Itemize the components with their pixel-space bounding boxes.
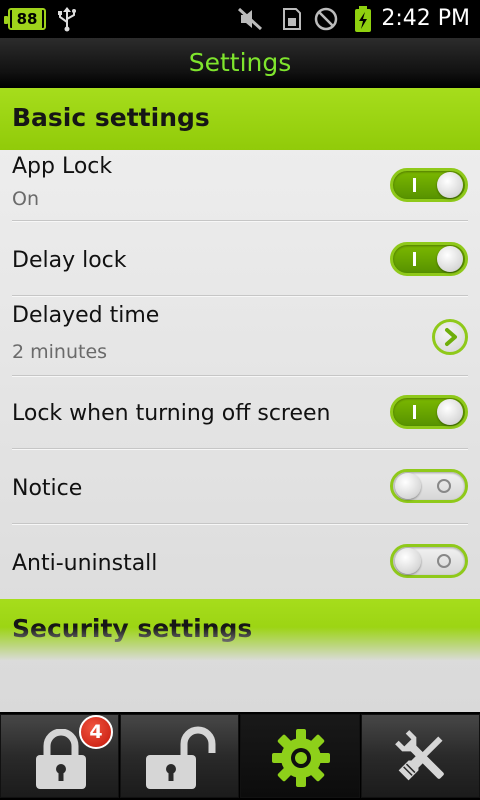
sim-icon bbox=[283, 8, 301, 30]
section-header-label: Basic settings bbox=[12, 103, 210, 132]
battery-level: 88 bbox=[12, 10, 42, 28]
blocked-icon bbox=[314, 7, 338, 31]
unlocked-padlock-icon bbox=[146, 726, 216, 789]
anti-uninstall-toggle[interactable] bbox=[390, 544, 468, 578]
setting-title: Lock when turning off screen bbox=[12, 401, 331, 426]
status-bar: 88 2:42 PM bbox=[0, 0, 480, 38]
setting-delayed-time[interactable]: Delayed time 2 minutes bbox=[0, 297, 480, 377]
toggle-knob bbox=[437, 399, 463, 425]
settings-list[interactable]: Basic settings App Lock On Delay lock De… bbox=[0, 88, 480, 712]
app-lock-toggle[interactable] bbox=[390, 168, 468, 202]
toggle-off-mark bbox=[437, 479, 451, 493]
tab-tools[interactable] bbox=[361, 714, 480, 798]
delayed-time-chevron-button[interactable] bbox=[432, 319, 468, 355]
setting-notice[interactable]: Notice bbox=[0, 450, 480, 525]
lock-screen-off-toggle[interactable] bbox=[390, 395, 468, 429]
section-header-basic: Basic settings bbox=[0, 88, 480, 150]
setting-delay-lock[interactable]: Delay lock bbox=[0, 222, 480, 297]
setting-summary: 2 minutes bbox=[12, 341, 108, 363]
setting-title: Anti-uninstall bbox=[12, 551, 158, 576]
tools-icon bbox=[395, 730, 444, 781]
tab-settings[interactable] bbox=[240, 714, 360, 798]
section-header-security: Security settings bbox=[0, 599, 480, 661]
tab-unlocked-apps[interactable] bbox=[120, 714, 239, 798]
toggle-knob bbox=[437, 172, 463, 198]
muted-icon bbox=[237, 7, 263, 31]
setting-title: Notice bbox=[12, 476, 83, 501]
usb-icon bbox=[58, 7, 76, 32]
toggle-knob bbox=[437, 246, 463, 272]
clock: 2:42 PM bbox=[381, 6, 470, 31]
toggle-knob bbox=[395, 548, 421, 574]
setting-summary: On bbox=[12, 188, 39, 210]
setting-title: App Lock bbox=[12, 154, 113, 179]
page-title: Settings bbox=[188, 48, 292, 77]
setting-title: Delay lock bbox=[12, 248, 127, 273]
setting-anti-uninstall[interactable]: Anti-uninstall bbox=[0, 525, 480, 599]
bottom-tab-bar: 4 bbox=[0, 712, 480, 800]
setting-app-lock[interactable]: App Lock On bbox=[0, 150, 480, 222]
tab-locked-apps[interactable]: 4 bbox=[0, 714, 119, 798]
section-header-label: Security settings bbox=[12, 614, 253, 643]
setting-lock-screen-off[interactable]: Lock when turning off screen bbox=[0, 377, 480, 450]
notification-badge: 4 bbox=[79, 715, 113, 749]
setting-title: Delayed time bbox=[12, 303, 160, 328]
notice-toggle[interactable] bbox=[390, 469, 468, 503]
toggle-on-mark bbox=[413, 252, 416, 266]
toggle-on-mark bbox=[413, 178, 416, 192]
charging-battery-icon bbox=[355, 6, 371, 32]
title-bar: Settings bbox=[0, 38, 480, 88]
battery-icon: 88 bbox=[4, 8, 46, 30]
toggle-on-mark bbox=[413, 405, 416, 419]
gear-icon bbox=[272, 729, 330, 787]
toggle-knob bbox=[395, 473, 421, 499]
toggle-off-mark bbox=[437, 554, 451, 568]
chevron-right-icon bbox=[445, 328, 457, 346]
delay-lock-toggle[interactable] bbox=[390, 242, 468, 276]
